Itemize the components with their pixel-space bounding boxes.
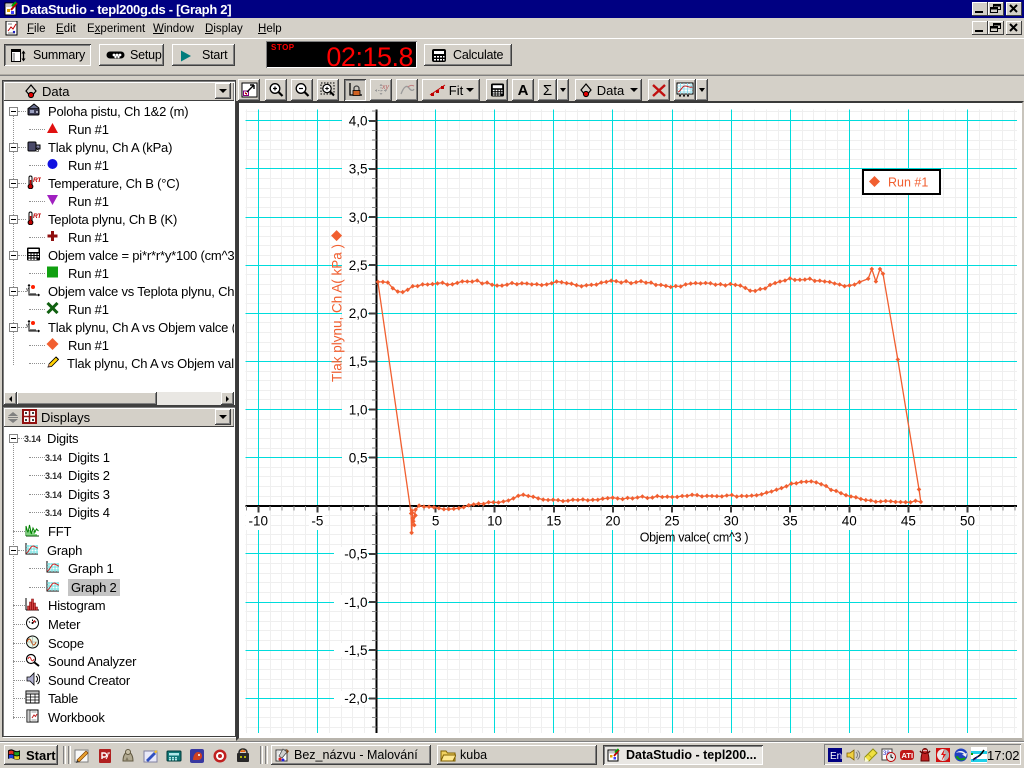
svg-text:45: 45 <box>901 513 916 528</box>
svg-text:Run #1: Run #1 <box>888 176 928 190</box>
svg-text:Objem valce( cm^3 ): Objem valce( cm^3 ) <box>640 531 749 545</box>
svg-text:-2,0: -2,0 <box>344 691 367 706</box>
svg-text:-0,5: -0,5 <box>344 547 367 562</box>
svg-text:-5: -5 <box>311 513 323 528</box>
svg-text:ATI: ATI <box>902 751 914 760</box>
svg-text:50: 50 <box>960 513 975 528</box>
svg-text:En: En <box>830 751 842 762</box>
svg-text:3.14: 3.14 <box>45 471 62 480</box>
svg-text:RTD: RTD <box>33 213 41 220</box>
svg-text:3.14: 3.14 <box>24 434 41 443</box>
svg-text:-1,5: -1,5 <box>344 643 367 658</box>
svg-text:3.14: 3.14 <box>45 453 62 462</box>
svg-text:4,0: 4,0 <box>349 114 368 129</box>
svg-text:5: 5 <box>432 513 440 528</box>
svg-text:-10: -10 <box>249 513 269 528</box>
svg-text:40: 40 <box>842 513 857 528</box>
svg-text:1,0: 1,0 <box>349 402 368 417</box>
svg-text:10: 10 <box>487 513 502 528</box>
svg-text:1,5: 1,5 <box>349 354 368 369</box>
svg-text:Tlak plynu, Ch A( kPa ): Tlak plynu, Ch A( kPa ) <box>330 244 345 382</box>
svg-text:RTD: RTD <box>33 177 41 184</box>
svg-text:3,0: 3,0 <box>349 210 368 225</box>
svg-text:15: 15 <box>546 513 561 528</box>
svg-text:35: 35 <box>783 513 798 528</box>
svg-text:30: 30 <box>724 513 739 528</box>
svg-text:2,0: 2,0 <box>349 306 368 321</box>
svg-text:-1,0: -1,0 <box>344 595 367 610</box>
svg-text:20: 20 <box>605 513 620 528</box>
svg-text:2,5: 2,5 <box>349 258 368 273</box>
svg-text:0,5: 0,5 <box>349 451 368 466</box>
svg-text:3.14: 3.14 <box>45 508 62 517</box>
svg-text:25: 25 <box>664 513 679 528</box>
svg-text:3,5: 3,5 <box>349 162 368 177</box>
svg-text:3.14: 3.14 <box>45 490 62 499</box>
